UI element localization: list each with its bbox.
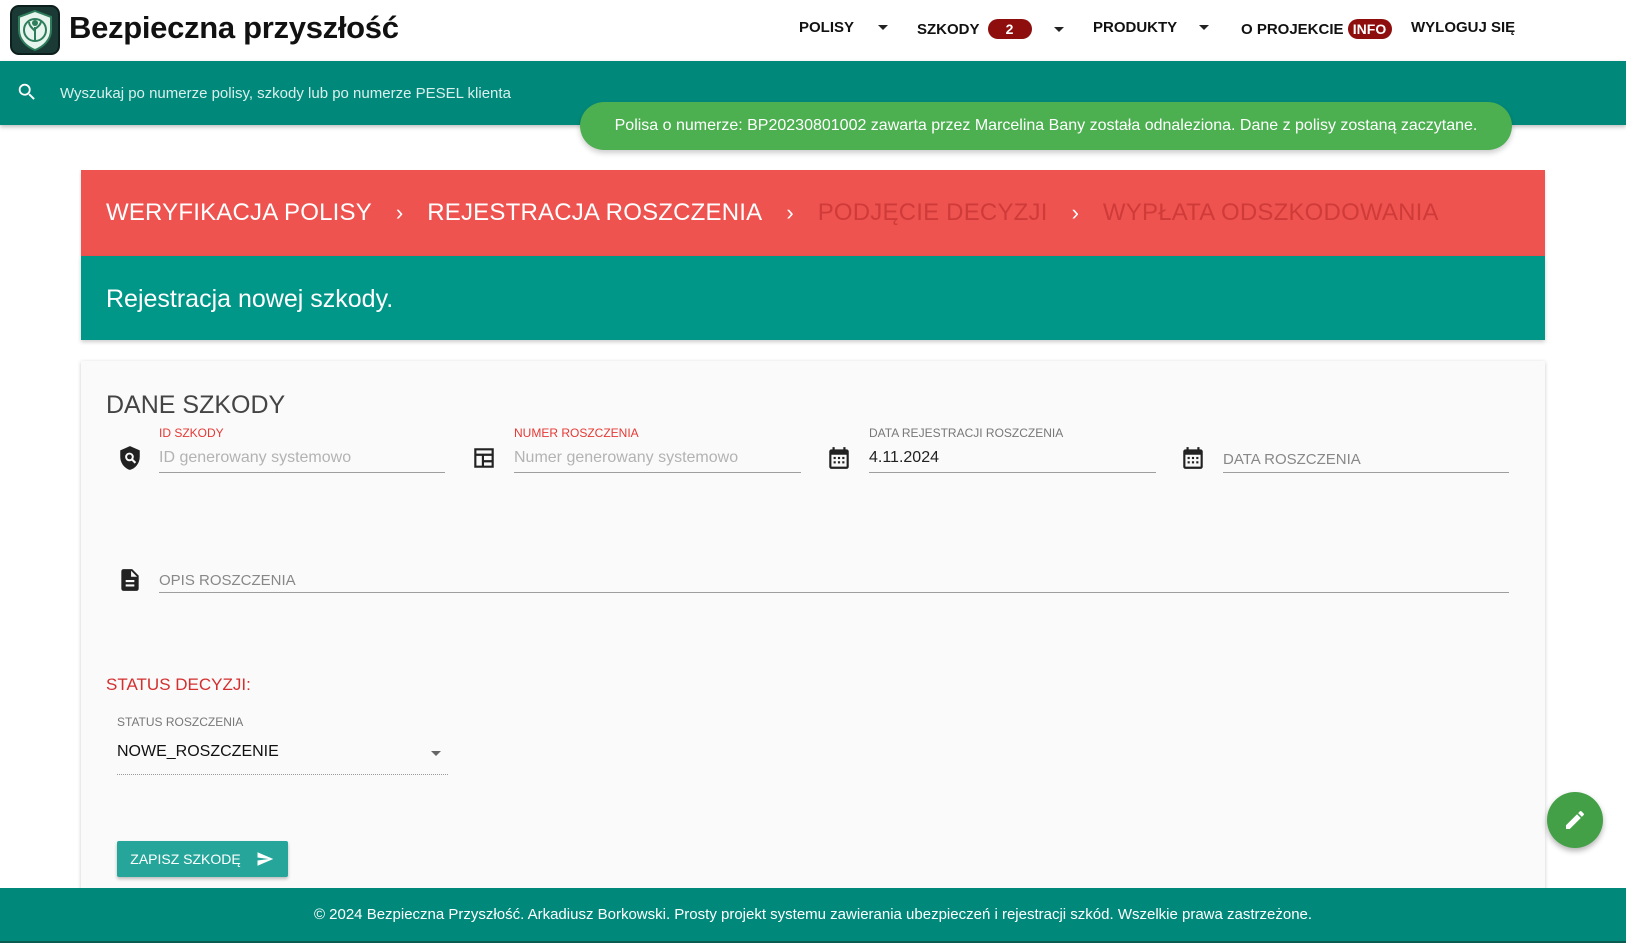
nav-wyloguj[interactable]: WYLOGUJ SIĘ <box>1411 19 1515 36</box>
info-badge: INFO <box>1347 19 1392 39</box>
nav-produkty-label: PRODUKTY <box>1093 19 1178 36</box>
footer: © 2024 Bezpieczna Przyszłość. Arkadiusz … <box>0 888 1626 943</box>
nav-o-projekcie-label: O PROJEKCIE <box>1241 20 1344 38</box>
data-rejestracji-input[interactable] <box>869 443 1156 473</box>
data-rejestracji-label: DATA REJESTRACJI ROSZCZENIA <box>869 426 1064 440</box>
save-claim-button[interactable]: ZAPISZ SZKODĘ <box>117 841 288 877</box>
status-roszczenia-select[interactable]: NOWE_ROSZCZENIE <box>117 743 279 761</box>
szkody-count-badge: 2 <box>987 19 1032 39</box>
send-icon <box>257 852 273 866</box>
step-weryfikacja-polisy[interactable]: WERYFIKACJA POLISY <box>106 199 372 227</box>
calendar-icon <box>1183 447 1203 469</box>
save-claim-label: ZAPISZ SZKODĘ <box>130 851 241 867</box>
opis-roszczenia-input[interactable] <box>159 563 1509 593</box>
status-roszczenia-label: STATUS ROSZCZENIA <box>117 715 244 729</box>
section-header: Rejestracja nowej szkody. <box>81 256 1545 340</box>
nav-polisy-label: POLISY <box>799 19 855 36</box>
document-icon <box>121 569 139 591</box>
nav-o-projekcie[interactable]: O PROJEKCIE INFO <box>1241 19 1392 39</box>
calendar-icon <box>829 447 849 469</box>
id-szkody-label: ID SZKODY <box>159 426 224 440</box>
id-szkody-input[interactable] <box>159 443 445 473</box>
step-wyplata-odszkodowania: WYPŁATA ODSZKODOWANIA <box>1102 199 1439 226</box>
card-title: DANE SZKODY <box>106 391 286 419</box>
chevron-down-icon <box>1199 25 1210 30</box>
table-icon <box>474 448 494 468</box>
search-icon <box>18 83 35 100</box>
nav-szkody-label: SZKODY <box>917 20 980 38</box>
chevron-right-icon: › <box>395 200 404 225</box>
status-decyzji-title: STATUS DECYZJI: <box>106 675 251 694</box>
numer-roszczenia-label: NUMER ROSZCZENIA <box>514 426 639 440</box>
shield-search-icon <box>120 446 140 470</box>
pencil-icon <box>1566 810 1585 829</box>
footer-text: © 2024 Bezpieczna Przyszłość. Arkadiusz … <box>313 906 1313 923</box>
nav-szkody[interactable]: SZKODY 2 <box>917 19 1064 39</box>
select-underline <box>117 774 448 775</box>
chevron-right-icon: › <box>1071 200 1079 225</box>
chevron-down-icon[interactable] <box>431 751 441 756</box>
nav-produkty[interactable]: PRODUKTY <box>1093 19 1210 36</box>
nav-wyloguj-label: WYLOGUJ SIĘ <box>1411 19 1516 36</box>
brand-title[interactable]: Bezpieczna przyszłość <box>69 10 399 46</box>
chevron-down-icon <box>878 25 889 30</box>
logo-icon[interactable] <box>10 5 60 55</box>
step-podjecie-decyzji: PODJĘCIE DECYZJI <box>817 199 1048 226</box>
claim-stepper: WERYFIKACJA POLISY › REJESTRACJA ROSZCZE… <box>81 170 1545 256</box>
policy-found-toast: Polisa o numerze: BP20230801002 zawarta … <box>580 102 1512 150</box>
chevron-right-icon: › <box>786 200 794 225</box>
top-navbar: Bezpieczna przyszłość POLISY SZKODY 2 PR… <box>0 0 1626 61</box>
step-rejestracja-roszczenia[interactable]: REJESTRACJA ROSZCZENIA <box>427 199 762 227</box>
section-title: Rejestracja nowej szkody. <box>106 285 394 313</box>
data-roszczenia-input[interactable] <box>1223 443 1509 473</box>
edit-fab-button[interactable] <box>1547 792 1603 848</box>
claim-form-card: DANE SZKODY ID SZKODY NUMER ROSZCZENIA D… <box>81 361 1545 921</box>
chevron-down-icon <box>1053 26 1064 32</box>
numer-roszczenia-input[interactable] <box>514 443 801 473</box>
nav-polisy[interactable]: POLISY <box>799 19 889 36</box>
